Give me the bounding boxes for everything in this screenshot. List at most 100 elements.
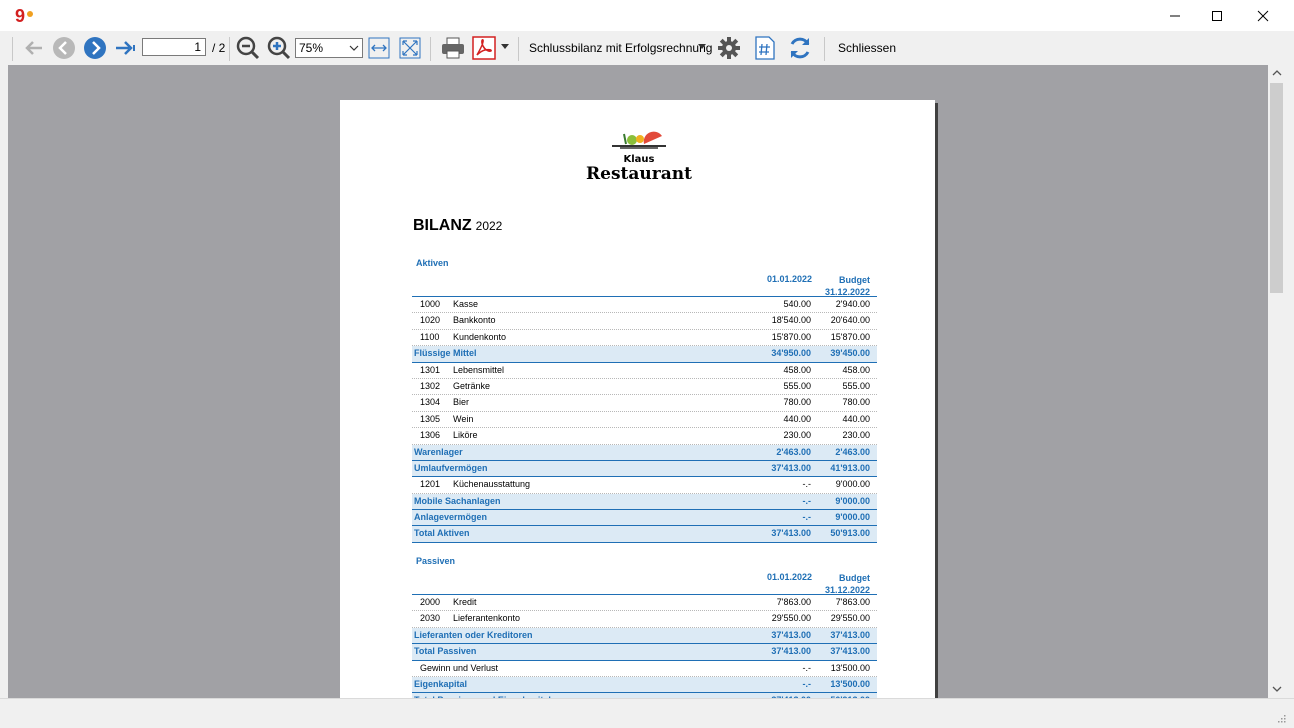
export-pdf-button[interactable] <box>471 35 497 61</box>
value-opening: 540.00 <box>783 299 811 309</box>
value-opening: 34'950.00 <box>771 348 811 359</box>
passiven-label: Passiven <box>416 556 456 566</box>
account-number: 1301 <box>420 364 441 375</box>
table-row: 1302 Getränke 555.00 555.00 <box>412 379 877 396</box>
vertical-scrollbar[interactable] <box>1268 65 1286 698</box>
account-description: Flüssige Mittel <box>414 348 477 359</box>
frame-right-edge <box>1286 31 1294 727</box>
value-opening: 458.00 <box>783 364 811 375</box>
subtotal-row: Umlaufvermögen 37'413.00 41'913.00 <box>412 460 877 478</box>
account-number: 2030 <box>420 613 441 624</box>
value-budget: 2'940.00 <box>835 299 870 309</box>
refresh-button[interactable] <box>786 35 814 61</box>
col-budget-date: 31.12.2022 <box>824 287 870 297</box>
fit-page-button[interactable] <box>398 36 422 60</box>
value-budget: 780.00 <box>842 397 870 408</box>
account-description: Total Passiven <box>414 646 477 657</box>
subtotal-row: Flüssige Mittel 34'950.00 39'450.00 <box>412 346 877 363</box>
value-opening: 440.00 <box>783 413 811 424</box>
chevron-down-icon <box>349 45 359 51</box>
passiven-section: Passiven 01.01.2022 Budget 31.12.2022 200… <box>412 556 877 698</box>
value-budget: 39'450.00 <box>830 348 870 359</box>
zoom-in-icon <box>267 36 291 60</box>
table-row: 1301 Lebensmittel 458.00 458.00 <box>412 363 877 379</box>
col-budget-header: Budget 31.12.2022 <box>825 274 870 298</box>
aktiven-section: Aktiven 01.01.2022 Budget 31.12.2022 1000… <box>412 258 877 543</box>
value-opening: 29'550.00 <box>771 613 811 624</box>
close-window-button[interactable] <box>1240 0 1286 31</box>
arrow-right-icon <box>116 41 135 55</box>
col-budget-label: Budget <box>839 573 870 583</box>
settings-button[interactable] <box>716 35 742 61</box>
zoom-out-button[interactable] <box>235 35 261 61</box>
account-number: 2000 <box>420 597 441 607</box>
report-select-arrow[interactable] <box>697 41 707 53</box>
account-number: 1302 <box>420 380 441 391</box>
maximize-button[interactable] <box>1194 0 1240 31</box>
previous-page-button[interactable] <box>51 36 77 60</box>
scroll-thumb[interactable] <box>1270 83 1283 293</box>
value-budget: 29'550.00 <box>830 613 870 624</box>
zoom-value: 75% <box>299 41 324 55</box>
fit-width-button[interactable] <box>367 36 391 60</box>
table-row: 1201 Küchenausstattung -.- 9'000.00 <box>412 477 877 494</box>
arrow-left-icon <box>25 41 42 55</box>
aktiven-label: Aktiven <box>416 258 449 268</box>
account-description: Lebensmittel <box>453 364 505 375</box>
value-budget: 458.00 <box>842 364 870 375</box>
minimize-button[interactable] <box>1152 0 1198 31</box>
account-description: Kasse <box>453 299 479 309</box>
value-opening: 230.00 <box>783 430 811 441</box>
value-opening: 780.00 <box>783 397 811 408</box>
value-budget: 13'500.00 <box>830 678 870 689</box>
toolbar: 1 / 2 75% Schlussbilanz mit Erfolgsrechn… <box>0 31 1294 66</box>
account-description: Wein <box>453 413 474 424</box>
hash-document-icon <box>755 36 775 60</box>
account-description: Küchenausstattung <box>453 479 531 490</box>
last-page-button[interactable] <box>112 36 138 60</box>
value-budget: 230.00 <box>842 430 870 441</box>
report-select[interactable]: Schlussbilanz mit Erfolgsrechnung <box>529 41 712 55</box>
report-title-text: BILANZ <box>413 217 472 234</box>
scroll-down-icon[interactable] <box>1272 685 1282 693</box>
account-description: Lieferantenkonto <box>453 613 521 624</box>
value-opening: 37'413.00 <box>771 646 811 657</box>
value-budget: 37'413.00 <box>830 629 870 640</box>
table-row: 1306 Liköre 230.00 230.00 <box>412 428 877 445</box>
value-opening: 555.00 <box>783 380 811 391</box>
value-opening: -.- <box>802 678 812 689</box>
value-opening: 37'413.00 <box>771 629 811 640</box>
resize-grip-icon[interactable] <box>1276 713 1286 723</box>
chevron-left-circle-icon <box>53 37 75 59</box>
print-button[interactable] <box>439 35 467 61</box>
account-number: 1304 <box>420 397 441 408</box>
first-page-button[interactable] <box>20 36 46 60</box>
zoom-select[interactable]: 75% <box>295 38 363 58</box>
value-budget: 15'870.00 <box>830 331 870 342</box>
zoom-in-button[interactable] <box>266 35 292 61</box>
close-report-button[interactable]: Schliessen <box>838 41 896 55</box>
account-description: Eigenkapital <box>414 678 468 689</box>
subtotal-row: Total Passiven 37'413.00 37'413.00 <box>412 644 877 661</box>
logo-main-text: Restaurant <box>586 164 692 184</box>
aktiven-rows: 1000 Kasse 540.00 2'940.00 1020 Bankkonto 18'5… <box>412 297 877 543</box>
account-description: Kredit <box>453 597 477 607</box>
app-logo-icon: 9 <box>14 5 36 27</box>
scroll-up-icon[interactable] <box>1272 69 1282 77</box>
caret-down-icon <box>501 44 509 49</box>
value-budget: 9'000.00 <box>835 479 870 490</box>
value-opening: 2'463.00 <box>776 446 811 457</box>
account-description: Anlagevermögen <box>414 512 488 523</box>
col-budget-label: Budget <box>839 275 870 285</box>
toolbar-separator <box>518 37 519 61</box>
value-opening: -.- <box>802 479 812 490</box>
table-row: 1304 Bier 780.00 780.00 <box>412 395 877 412</box>
page-numbering-button[interactable] <box>752 35 778 61</box>
next-page-button[interactable] <box>82 36 108 60</box>
col-opening-header: 01.01.2022 <box>766 572 812 582</box>
aktiven-header: 01.01.2022 Budget 31.12.2022 <box>412 272 877 297</box>
page-number-input[interactable]: 1 <box>142 38 206 56</box>
account-number: 1020 <box>420 315 441 326</box>
export-menu-button[interactable] <box>500 41 510 53</box>
subtotal-row: Warenlager 2'463.00 2'463.00 <box>412 444 877 461</box>
